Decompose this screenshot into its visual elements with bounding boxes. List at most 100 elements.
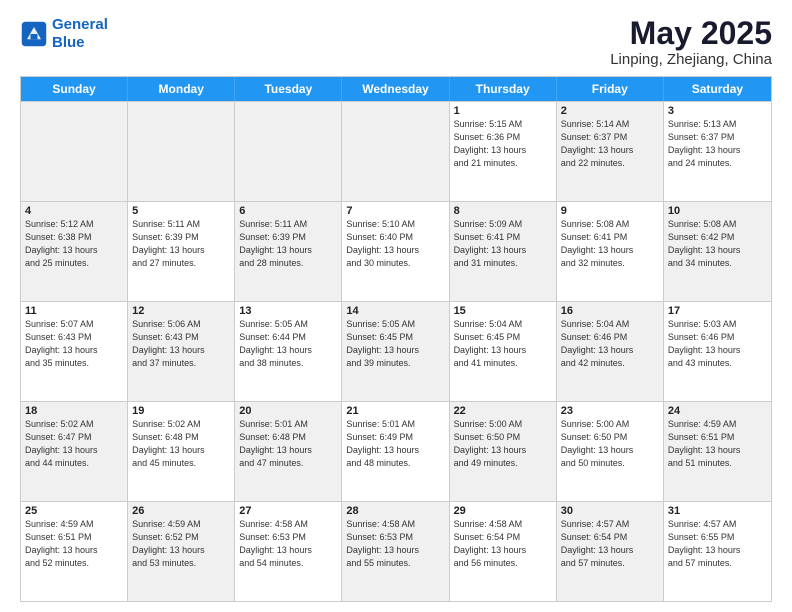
day-info: Sunrise: 5:06 AM Sunset: 6:43 PM Dayligh… bbox=[132, 318, 230, 370]
calendar-day-15: 15Sunrise: 5:04 AM Sunset: 6:45 PM Dayli… bbox=[450, 302, 557, 401]
calendar-day-4: 4Sunrise: 5:12 AM Sunset: 6:38 PM Daylig… bbox=[21, 202, 128, 301]
calendar-day-3: 3Sunrise: 5:13 AM Sunset: 6:37 PM Daylig… bbox=[664, 102, 771, 201]
calendar-day-16: 16Sunrise: 5:04 AM Sunset: 6:46 PM Dayli… bbox=[557, 302, 664, 401]
day-number: 28 bbox=[346, 505, 444, 517]
day-info: Sunrise: 5:12 AM Sunset: 6:38 PM Dayligh… bbox=[25, 218, 123, 270]
day-number: 7 bbox=[346, 205, 444, 217]
day-number: 12 bbox=[132, 305, 230, 317]
day-info: Sunrise: 5:00 AM Sunset: 6:50 PM Dayligh… bbox=[454, 418, 552, 470]
day-info: Sunrise: 5:08 AM Sunset: 6:41 PM Dayligh… bbox=[561, 218, 659, 270]
day-number: 11 bbox=[25, 305, 123, 317]
header: General Blue May 2025 Linping, Zhejiang,… bbox=[20, 16, 772, 68]
calendar-empty-cell bbox=[128, 102, 235, 201]
day-header-tuesday: Tuesday bbox=[235, 77, 342, 101]
day-number: 15 bbox=[454, 305, 552, 317]
calendar-day-24: 24Sunrise: 4:59 AM Sunset: 6:51 PM Dayli… bbox=[664, 402, 771, 501]
day-info: Sunrise: 5:05 AM Sunset: 6:45 PM Dayligh… bbox=[346, 318, 444, 370]
day-header-monday: Monday bbox=[128, 77, 235, 101]
day-info: Sunrise: 5:13 AM Sunset: 6:37 PM Dayligh… bbox=[668, 118, 767, 170]
day-header-saturday: Saturday bbox=[664, 77, 771, 101]
logo-icon bbox=[20, 20, 48, 48]
day-number: 16 bbox=[561, 305, 659, 317]
day-info: Sunrise: 5:08 AM Sunset: 6:42 PM Dayligh… bbox=[668, 218, 767, 270]
calendar-day-2: 2Sunrise: 5:14 AM Sunset: 6:37 PM Daylig… bbox=[557, 102, 664, 201]
calendar-row-2: 4Sunrise: 5:12 AM Sunset: 6:38 PM Daylig… bbox=[21, 201, 771, 301]
title-block: May 2025 Linping, Zhejiang, China bbox=[610, 16, 772, 68]
day-number: 26 bbox=[132, 505, 230, 517]
calendar-day-7: 7Sunrise: 5:10 AM Sunset: 6:40 PM Daylig… bbox=[342, 202, 449, 301]
calendar-empty-cell bbox=[235, 102, 342, 201]
calendar-day-13: 13Sunrise: 5:05 AM Sunset: 6:44 PM Dayli… bbox=[235, 302, 342, 401]
day-info: Sunrise: 5:11 AM Sunset: 6:39 PM Dayligh… bbox=[239, 218, 337, 270]
calendar-day-12: 12Sunrise: 5:06 AM Sunset: 6:43 PM Dayli… bbox=[128, 302, 235, 401]
main-title: May 2025 bbox=[610, 16, 772, 51]
logo-line1: General bbox=[52, 16, 108, 33]
day-number: 18 bbox=[25, 405, 123, 417]
calendar-day-28: 28Sunrise: 4:58 AM Sunset: 6:53 PM Dayli… bbox=[342, 502, 449, 601]
day-number: 29 bbox=[454, 505, 552, 517]
calendar-row-3: 11Sunrise: 5:07 AM Sunset: 6:43 PM Dayli… bbox=[21, 301, 771, 401]
calendar-day-20: 20Sunrise: 5:01 AM Sunset: 6:48 PM Dayli… bbox=[235, 402, 342, 501]
day-info: Sunrise: 4:57 AM Sunset: 6:55 PM Dayligh… bbox=[668, 518, 767, 570]
day-number: 22 bbox=[454, 405, 552, 417]
day-number: 14 bbox=[346, 305, 444, 317]
calendar-empty-cell bbox=[342, 102, 449, 201]
calendar-empty-cell bbox=[21, 102, 128, 201]
calendar-day-8: 8Sunrise: 5:09 AM Sunset: 6:41 PM Daylig… bbox=[450, 202, 557, 301]
calendar-day-23: 23Sunrise: 5:00 AM Sunset: 6:50 PM Dayli… bbox=[557, 402, 664, 501]
calendar-day-6: 6Sunrise: 5:11 AM Sunset: 6:39 PM Daylig… bbox=[235, 202, 342, 301]
day-info: Sunrise: 4:59 AM Sunset: 6:52 PM Dayligh… bbox=[132, 518, 230, 570]
day-number: 31 bbox=[668, 505, 767, 517]
day-info: Sunrise: 4:59 AM Sunset: 6:51 PM Dayligh… bbox=[25, 518, 123, 570]
day-header-wednesday: Wednesday bbox=[342, 77, 449, 101]
calendar-day-5: 5Sunrise: 5:11 AM Sunset: 6:39 PM Daylig… bbox=[128, 202, 235, 301]
calendar: SundayMondayTuesdayWednesdayThursdayFrid… bbox=[20, 76, 772, 602]
subtitle: Linping, Zhejiang, China bbox=[610, 51, 772, 68]
day-info: Sunrise: 5:10 AM Sunset: 6:40 PM Dayligh… bbox=[346, 218, 444, 270]
day-info: Sunrise: 5:15 AM Sunset: 6:36 PM Dayligh… bbox=[454, 118, 552, 170]
day-info: Sunrise: 4:57 AM Sunset: 6:54 PM Dayligh… bbox=[561, 518, 659, 570]
calendar-row-4: 18Sunrise: 5:02 AM Sunset: 6:47 PM Dayli… bbox=[21, 401, 771, 501]
day-info: Sunrise: 5:05 AM Sunset: 6:44 PM Dayligh… bbox=[239, 318, 337, 370]
calendar-day-18: 18Sunrise: 5:02 AM Sunset: 6:47 PM Dayli… bbox=[21, 402, 128, 501]
calendar-row-5: 25Sunrise: 4:59 AM Sunset: 6:51 PM Dayli… bbox=[21, 501, 771, 601]
logo: General Blue bbox=[20, 16, 108, 52]
day-number: 13 bbox=[239, 305, 337, 317]
day-number: 1 bbox=[454, 105, 552, 117]
day-info: Sunrise: 5:14 AM Sunset: 6:37 PM Dayligh… bbox=[561, 118, 659, 170]
day-number: 24 bbox=[668, 405, 767, 417]
day-info: Sunrise: 4:58 AM Sunset: 6:53 PM Dayligh… bbox=[346, 518, 444, 570]
day-info: Sunrise: 5:01 AM Sunset: 6:48 PM Dayligh… bbox=[239, 418, 337, 470]
logo-text: General Blue bbox=[52, 16, 108, 52]
day-info: Sunrise: 5:01 AM Sunset: 6:49 PM Dayligh… bbox=[346, 418, 444, 470]
day-number: 20 bbox=[239, 405, 337, 417]
day-info: Sunrise: 5:04 AM Sunset: 6:45 PM Dayligh… bbox=[454, 318, 552, 370]
day-info: Sunrise: 5:09 AM Sunset: 6:41 PM Dayligh… bbox=[454, 218, 552, 270]
calendar-day-10: 10Sunrise: 5:08 AM Sunset: 6:42 PM Dayli… bbox=[664, 202, 771, 301]
day-info: Sunrise: 5:07 AM Sunset: 6:43 PM Dayligh… bbox=[25, 318, 123, 370]
day-info: Sunrise: 5:03 AM Sunset: 6:46 PM Dayligh… bbox=[668, 318, 767, 370]
day-number: 17 bbox=[668, 305, 767, 317]
calendar-day-9: 9Sunrise: 5:08 AM Sunset: 6:41 PM Daylig… bbox=[557, 202, 664, 301]
day-info: Sunrise: 5:02 AM Sunset: 6:47 PM Dayligh… bbox=[25, 418, 123, 470]
day-info: Sunrise: 4:58 AM Sunset: 6:53 PM Dayligh… bbox=[239, 518, 337, 570]
day-number: 6 bbox=[239, 205, 337, 217]
calendar-day-14: 14Sunrise: 5:05 AM Sunset: 6:45 PM Dayli… bbox=[342, 302, 449, 401]
day-number: 21 bbox=[346, 405, 444, 417]
day-info: Sunrise: 4:59 AM Sunset: 6:51 PM Dayligh… bbox=[668, 418, 767, 470]
calendar-day-27: 27Sunrise: 4:58 AM Sunset: 6:53 PM Dayli… bbox=[235, 502, 342, 601]
day-header-thursday: Thursday bbox=[450, 77, 557, 101]
day-header-sunday: Sunday bbox=[21, 77, 128, 101]
day-number: 27 bbox=[239, 505, 337, 517]
calendar-day-30: 30Sunrise: 4:57 AM Sunset: 6:54 PM Dayli… bbox=[557, 502, 664, 601]
calendar-day-17: 17Sunrise: 5:03 AM Sunset: 6:46 PM Dayli… bbox=[664, 302, 771, 401]
calendar-day-26: 26Sunrise: 4:59 AM Sunset: 6:52 PM Dayli… bbox=[128, 502, 235, 601]
page: General Blue May 2025 Linping, Zhejiang,… bbox=[0, 0, 792, 612]
calendar-day-19: 19Sunrise: 5:02 AM Sunset: 6:48 PM Dayli… bbox=[128, 402, 235, 501]
day-info: Sunrise: 5:00 AM Sunset: 6:50 PM Dayligh… bbox=[561, 418, 659, 470]
day-number: 30 bbox=[561, 505, 659, 517]
day-info: Sunrise: 4:58 AM Sunset: 6:54 PM Dayligh… bbox=[454, 518, 552, 570]
logo-line2: Blue bbox=[52, 34, 85, 51]
day-info: Sunrise: 5:04 AM Sunset: 6:46 PM Dayligh… bbox=[561, 318, 659, 370]
calendar-day-31: 31Sunrise: 4:57 AM Sunset: 6:55 PM Dayli… bbox=[664, 502, 771, 601]
